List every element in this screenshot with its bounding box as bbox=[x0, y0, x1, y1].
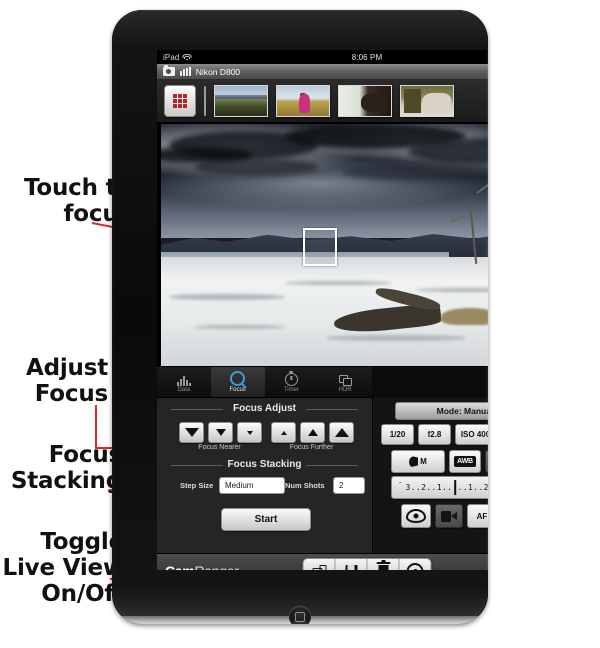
ios-status-bar: iPad 8:06 PM 92 % bbox=[157, 50, 488, 64]
camera-settings-panel: Mode: Manual 1/20 f2.8 ISO 400 M AWB - 3… bbox=[373, 398, 488, 553]
focus-adjust-header: Focus Adjust bbox=[157, 403, 372, 414]
bottom-toolbar: CamRanger Expand Save Delete bbox=[157, 553, 488, 570]
histogram-icon bbox=[176, 372, 191, 386]
gear-icon bbox=[406, 562, 424, 570]
thumbnail-elk[interactable] bbox=[399, 85, 454, 117]
thumbnail-bison[interactable] bbox=[337, 85, 392, 117]
live-view-area[interactable] bbox=[157, 123, 488, 367]
focus-nearer-small-button[interactable] bbox=[237, 422, 262, 443]
expand-button[interactable]: Expand bbox=[304, 559, 336, 570]
magnifier-icon bbox=[230, 370, 246, 386]
eye-icon bbox=[406, 509, 426, 523]
camera-model-label: Nikon D800 bbox=[195, 66, 241, 77]
focus-nearer-label: Focus Nearer bbox=[198, 444, 241, 451]
video-camera-icon bbox=[441, 510, 457, 522]
shutter-speed-button[interactable]: 1/20 bbox=[381, 424, 414, 445]
autofocus-button[interactable]: AF bbox=[467, 504, 488, 528]
live-view-toggle-button[interactable] bbox=[401, 504, 431, 528]
annotation-toggle-live-view: Toggle Live View On/Off bbox=[2, 529, 125, 607]
white-balance-button[interactable]: AWB bbox=[449, 450, 481, 473]
step-size-label: Step Size bbox=[180, 481, 214, 490]
tab-timer-label: Timer bbox=[283, 386, 299, 393]
page-root: Touch to focus Adjust Focus Focus Stacki… bbox=[0, 0, 600, 648]
exposure-needle bbox=[454, 480, 456, 495]
aperture-button[interactable]: f2.8 bbox=[418, 424, 451, 445]
mode-display[interactable]: Mode: Manual bbox=[395, 402, 488, 420]
thumbnail-strip bbox=[157, 80, 488, 123]
start-stacking-button[interactable]: Start bbox=[221, 508, 311, 531]
annotation-adjust-focus: Adjust Focus bbox=[25, 355, 108, 407]
mode-row: M AWB One Shot bbox=[391, 450, 488, 473]
exposure-scale-label: 3..2..1..|..1..2..3 bbox=[405, 483, 488, 492]
num-shots-label: Num Shots bbox=[285, 481, 325, 490]
exposure-mode-label: M bbox=[420, 457, 427, 466]
focus-nearer-large-button[interactable] bbox=[179, 422, 204, 443]
app-brand: CamRanger bbox=[165, 563, 239, 570]
tab-timer[interactable]: Timer bbox=[265, 367, 319, 397]
camera-icon bbox=[163, 65, 175, 76]
exposure-meter[interactable]: - 3..2..1..|..1..2..3 + bbox=[391, 476, 488, 499]
thumbnail-person-field[interactable] bbox=[275, 85, 330, 117]
focus-panel: Focus Adjust Focus Nearer Focus Further … bbox=[157, 398, 373, 553]
focus-further-small-button[interactable] bbox=[271, 422, 296, 443]
delete-button[interactable]: Delete bbox=[368, 559, 400, 570]
tab-data[interactable]: Data bbox=[157, 367, 211, 397]
sky-region bbox=[161, 124, 488, 238]
num-shots-field[interactable]: 2 bbox=[333, 477, 365, 494]
trash-icon bbox=[376, 560, 390, 570]
brand-bold: Cam bbox=[165, 563, 195, 570]
settings-button[interactable]: Settings bbox=[400, 559, 431, 570]
live-view-photo[interactable] bbox=[161, 124, 488, 366]
lower-controls: Focus Adjust Focus Nearer Focus Further … bbox=[157, 398, 488, 553]
save-button[interactable]: Save bbox=[336, 559, 368, 570]
exposure-minus-label: - bbox=[398, 479, 403, 487]
exposure-mode-icon: M bbox=[409, 455, 427, 468]
status-time: 8:06 PM bbox=[351, 52, 383, 62]
strip-divider bbox=[204, 86, 206, 116]
annotation-focus-stacking: Focus Stacking bbox=[10, 442, 122, 494]
tab-focus[interactable]: Focus bbox=[210, 367, 265, 397]
stopwatch-icon bbox=[284, 372, 298, 386]
thumbnail-mountains[interactable] bbox=[213, 85, 268, 117]
home-square-icon bbox=[295, 612, 305, 622]
dry-grass bbox=[441, 307, 488, 325]
function-tab-bar: Data Focus Timer HDR bbox=[157, 367, 372, 398]
tool-button-group: Expand Save Delete Settings bbox=[302, 558, 432, 570]
focus-stacking-header: Focus Stacking bbox=[157, 459, 372, 470]
focus-reticle[interactable] bbox=[303, 228, 337, 266]
battery-bars-icon bbox=[180, 67, 191, 76]
video-record-button[interactable] bbox=[435, 504, 463, 528]
ipad-screen: iPad 8:06 PM 92 % Nikon D800 Shots: 210 bbox=[157, 50, 488, 570]
tab-hdr[interactable]: HDR bbox=[318, 367, 372, 397]
grid-view-button[interactable] bbox=[164, 85, 196, 117]
exposure-row: 1/20 f2.8 ISO 400 bbox=[381, 424, 488, 445]
awb-label: AWB bbox=[454, 456, 476, 467]
liveview-row: AF bbox=[401, 504, 488, 528]
camera-info-bar: Nikon D800 Shots: 210 bbox=[157, 64, 488, 80]
focus-nearer-medium-button[interactable] bbox=[208, 422, 233, 443]
step-size-field[interactable]: Medium bbox=[219, 477, 285, 494]
ipad-device: iPad 8:06 PM 92 % Nikon D800 Shots: 210 bbox=[112, 10, 488, 624]
focus-further-label: Focus Further bbox=[289, 444, 334, 451]
exposure-mode-button[interactable]: M bbox=[391, 450, 445, 473]
floppy-disk-icon bbox=[345, 565, 357, 570]
grid-icon bbox=[172, 93, 188, 109]
focus-further-large-button[interactable] bbox=[329, 422, 354, 443]
home-button[interactable] bbox=[289, 606, 311, 624]
focus-further-medium-button[interactable] bbox=[300, 422, 325, 443]
focus-nearer-group bbox=[179, 422, 262, 443]
expand-icon bbox=[312, 565, 326, 570]
brand-light: Ranger bbox=[194, 563, 238, 570]
tab-hdr-label: HDR bbox=[338, 386, 352, 393]
focus-further-group bbox=[271, 422, 354, 443]
layers-icon bbox=[338, 372, 352, 386]
iso-button[interactable]: ISO 400 bbox=[455, 424, 488, 445]
focus-mode-button[interactable]: One Shot bbox=[485, 450, 488, 473]
tab-data-label: Data bbox=[177, 386, 191, 393]
